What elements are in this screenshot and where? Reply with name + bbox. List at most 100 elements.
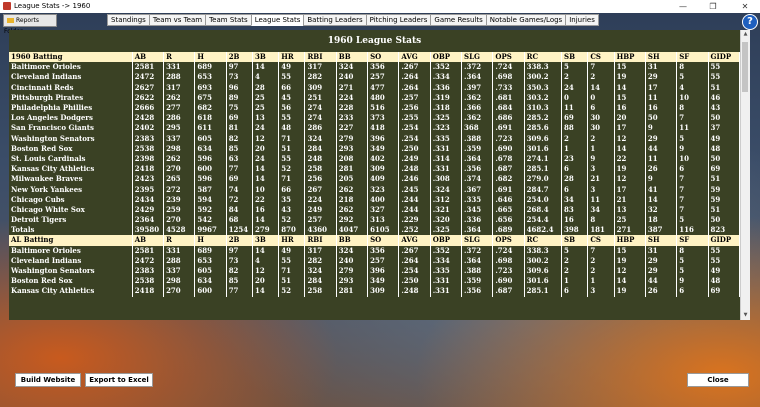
stat-cell: 274 — [304, 102, 337, 114]
stat-cell: 46 — [708, 92, 740, 103]
stat-cell: 594 — [194, 194, 227, 205]
team-name: Cleveland Indians — [9, 255, 133, 266]
stat-cell: 2472 — [132, 255, 165, 266]
stat-cell: .312 — [430, 194, 463, 205]
table-row[interactable]: Washington Senators 2383 337 605 82 12 71 324 27… — [9, 133, 740, 144]
scroll-down-icon[interactable]: ▼ — [741, 311, 750, 320]
tab-standings[interactable]: Standings — [107, 14, 150, 26]
table-row[interactable]: San Francisco Giants 2402 295 611 81 24 48 286 2… — [9, 123, 740, 134]
stat-cell: 2395 — [132, 184, 165, 195]
tab-game-results[interactable]: Game Results — [430, 14, 487, 26]
stat-cell: 5 — [676, 215, 709, 226]
minimize-icon[interactable]: — — [672, 0, 694, 13]
stat-cell: .335 — [461, 194, 494, 205]
totals-label: Totals — [9, 225, 133, 236]
total-cell: 116 — [676, 225, 709, 236]
tab-bar: Standings Team vs Team Team Stats League St… — [107, 14, 599, 26]
stat-cell: .324 — [430, 184, 463, 195]
stat-cell: .374 — [461, 174, 494, 185]
stat-cell: 30 — [587, 123, 615, 134]
stat-cell: 262 — [163, 92, 196, 103]
table-row[interactable]: Cincinnati Reds 2627 317 693 96 28 66 309 271 477… — [9, 82, 740, 93]
table-row[interactable]: New York Yankees 2395 272 587 74 10 66 267 262 32… — [9, 184, 740, 195]
table-row[interactable]: Kansas City Athletics 2418 270 600 77 14 52 258… — [9, 286, 740, 297]
column-header: OBP — [430, 52, 463, 63]
stat-cell: 49 — [708, 265, 740, 277]
stat-cell: 3 — [587, 286, 615, 297]
stat-cell: 368 — [461, 123, 494, 134]
stat-cell: 689 — [194, 62, 227, 73]
tab-league-stats[interactable]: League Stats — [250, 14, 305, 26]
stat-cell: .331 — [430, 276, 463, 287]
tab-batting-leaders[interactable]: Batting Leaders — [303, 14, 367, 26]
stat-cell: .331 — [430, 164, 463, 175]
stat-cell: 97 — [226, 245, 253, 256]
scroll-up-icon[interactable]: ▲ — [741, 30, 750, 39]
stat-cell: .249 — [398, 153, 431, 165]
reports-folder-button[interactable]: Reports Folder — [3, 14, 57, 35]
table-row[interactable]: Washington Senators 2383 337 605 82 12 71 324 27… — [9, 265, 740, 277]
table-row[interactable]: Baltimore Orioles 2581 331 689 97 14 49 317 324 3… — [9, 245, 740, 256]
stat-cell: 49 — [278, 62, 306, 73]
stat-cell: .352 — [430, 62, 463, 73]
team-name: New York Yankees — [9, 184, 133, 195]
stat-cell: 605 — [194, 265, 227, 277]
scroll-thumb[interactable] — [742, 42, 748, 92]
stat-cell: 228 — [336, 102, 369, 114]
tab-injuries[interactable]: Injuries — [565, 14, 599, 26]
table-row[interactable]: Cleveland Indians 2472 288 653 73 4 55 282 240 25… — [9, 255, 740, 266]
table-row[interactable]: Baltimore Orioles 2581 331 689 97 14 49 317 324 3… — [9, 62, 740, 73]
stat-cell: 373 — [367, 113, 400, 124]
table-row[interactable]: Los Angeles Dodgers 2428 286 618 69 13 55 274 23… — [9, 113, 740, 124]
stat-cell: 611 — [194, 123, 227, 134]
stat-cell: 262 — [336, 204, 369, 215]
stat-cell: 279 — [336, 265, 369, 277]
table-row[interactable]: Chicago White Sox 2429 259 592 84 16 43 249 262 3… — [9, 204, 740, 215]
team-name: Milwaukee Braves — [9, 174, 133, 185]
close-window-icon[interactable]: ✕ — [734, 0, 756, 13]
total-cell: .252 — [398, 225, 431, 236]
table-row[interactable]: Chicago Cubs 2434 239 594 72 22 35 224 218 400.24… — [9, 194, 740, 205]
close-button[interactable]: Close — [687, 373, 749, 387]
tab-notable-games-logs[interactable]: Notable Games/Logs — [485, 14, 567, 26]
help-icon[interactable]: ? — [742, 14, 758, 30]
stat-cell: .646 — [492, 194, 525, 205]
column-header: HBP — [614, 52, 646, 63]
stat-cell: 218 — [336, 194, 369, 205]
table-row[interactable]: Pittsburgh Pirates 2622 262 675 89 25 45 251 224… — [9, 92, 740, 103]
tab-team-vs-team[interactable]: Team vs Team — [148, 14, 207, 26]
stat-cell: 338.3 — [524, 62, 563, 73]
table-row[interactable]: St. Louis Cardinals 2398 262 596 63 24 55 248 20… — [9, 153, 740, 165]
table-row[interactable]: Boston Red Sox 2538 298 634 85 20 51 284 293 349.… — [9, 143, 740, 154]
stat-cell: 69 — [561, 113, 589, 124]
table-row[interactable]: Philadelphia Phillies 2666 277 682 75 25 56 274… — [9, 102, 740, 114]
stat-cell: 14 — [587, 82, 615, 93]
export-to-excel-button[interactable]: Export to Excel — [85, 373, 153, 387]
restore-icon[interactable]: ❐ — [702, 0, 724, 13]
stat-cell: 21 — [614, 194, 646, 205]
vertical-scrollbar[interactable]: ▲ ▼ — [740, 30, 750, 320]
tab-team-stats[interactable]: Team Stats — [205, 14, 252, 26]
tab-pitching-leaders[interactable]: Pitching Leaders — [365, 14, 432, 26]
stat-cell: 55 — [278, 72, 306, 83]
table-row[interactable]: Kansas City Athletics 2418 270 600 77 14 52 258… — [9, 164, 740, 175]
stat-cell: 5 — [676, 133, 709, 144]
stat-cell: 257 — [367, 72, 400, 83]
stat-cell: 251 — [304, 92, 337, 103]
table-row[interactable]: Milwaukee Braves 2423 265 596 69 14 71 256 205 40… — [9, 174, 740, 185]
build-website-button[interactable]: Build Website — [15, 373, 81, 387]
stat-cell: 2581 — [132, 245, 165, 256]
stat-cell: 12 — [614, 174, 646, 185]
table-row[interactable]: Cleveland Indians 2472 288 653 73 4 55 282 240 25… — [9, 72, 740, 83]
stat-cell: .319 — [430, 92, 463, 103]
stat-cell: 2 — [587, 133, 615, 144]
stat-cell: 284.7 — [524, 184, 563, 195]
league-stats-panel: 1960 League Stats 1960 Batting AB R H 2B 3B HR… — [9, 30, 740, 320]
stat-cell: .229 — [398, 215, 431, 226]
stat-cell: 26 — [645, 286, 678, 297]
stats-table: 1960 Batting AB R H 2B 3B HR RBI BB SO AVG OBP SLG OP… — [9, 52, 740, 297]
stat-cell: 285.6 — [524, 123, 563, 134]
table-row[interactable]: Detroit Tigers 2364 270 542 68 14 52 257 292 313.… — [9, 215, 740, 226]
table-row[interactable]: Boston Red Sox 2538 298 634 85 20 51 284 293 349.… — [9, 276, 740, 287]
stat-cell: .362 — [461, 92, 494, 103]
